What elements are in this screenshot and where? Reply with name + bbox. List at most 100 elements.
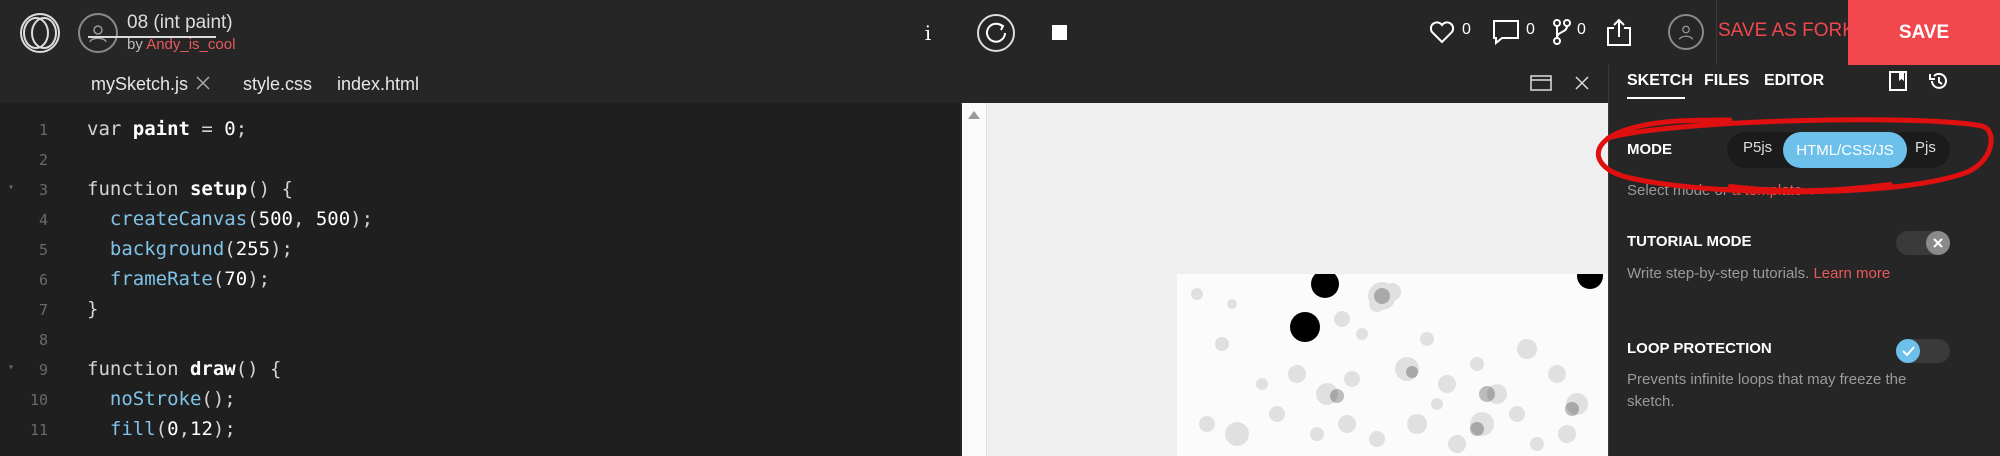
code-text: noStroke(); [87,388,236,410]
code-line[interactable]: 6 frameRate(70); [0,265,960,295]
code-token: 0 [167,418,179,440]
code-token: ); [247,268,271,290]
line-number: 3 [38,181,48,199]
maximize-icon[interactable] [1530,74,1552,92]
code-line[interactable]: 11 fill(0,12); [0,415,960,445]
sketch-title: 08 (int paint) [127,12,233,33]
close-icon[interactable] [1574,75,1590,91]
openprocessing-logo-icon[interactable] [18,11,62,55]
code-token: ( [247,208,259,230]
share-icon[interactable] [1605,17,1633,47]
tab-index-html[interactable]: index.html [337,74,419,95]
code-token: 0 [224,118,236,140]
code-text: frameRate(70); [87,268,270,290]
likes-count: 0 [1462,21,1471,38]
line-number: 7 [38,301,48,319]
code-text: createCanvas(500, 500); [87,208,373,230]
by-prefix: by [127,36,147,53]
preview-scrollbar[interactable] [962,103,987,456]
line-number: 10 [29,391,48,409]
code-line[interactable]: 4 createCanvas(500, 500); [0,205,960,235]
history-icon[interactable] [1927,71,1949,91]
code-token: setup [189,178,248,200]
annotation-circle [1595,117,1994,195]
tab-editor[interactable]: EDITOR [1764,72,1824,90]
tab-files[interactable]: FILES [1704,72,1749,90]
code-line[interactable]: 8 [0,325,960,355]
line-number: 1 [38,121,48,139]
comment-icon[interactable] [1492,19,1520,45]
close-tab-icon[interactable] [196,76,210,90]
tutorial-mode-label: TUTORIAL MODE [1627,233,1752,250]
tab-style-css[interactable]: style.css [243,74,312,95]
line-number: 4 [38,211,48,229]
scroll-up-arrow-icon[interactable] [968,111,980,119]
code-token: 70 [224,268,248,290]
code-token: , [178,418,191,440]
code-token: ( [155,418,168,440]
learn-more-link[interactable]: Learn more [1813,265,1890,282]
code-token: fill [109,418,156,440]
code-token: background [109,238,225,260]
tutorial-mode-toggle[interactable] [1896,231,1950,255]
fold-arrow-icon[interactable]: ▾ [8,362,14,373]
code-line[interactable]: 10 noStroke(); [0,385,960,415]
code-line[interactable]: 7} [0,295,960,325]
bookmark-icon[interactable] [1889,71,1907,91]
code-token: 500 [258,208,293,230]
code-text: background(255); [87,238,293,260]
code-text: function setup() { [87,178,293,200]
code-line[interactable]: 2 [0,145,960,175]
tab-sketch[interactable]: SKETCH [1627,72,1693,90]
loop-protection-toggle[interactable] [1896,339,1950,363]
stop-icon[interactable] [1052,25,1067,40]
code-text: } [87,298,98,320]
code-editor[interactable]: 1 var paint = 0; 2 ▾ 3 function setup() {4 cr… [0,103,960,456]
save-button[interactable]: SAVE [1848,0,2000,65]
code-token: createCanvas [109,208,248,230]
code-token: ); [270,238,293,260]
code-token: ); [350,208,374,230]
editor-tab-bar: mySketch.js style.css index.html [0,65,1608,104]
code-token: 255 [235,238,271,260]
profile-icon[interactable] [1668,14,1704,50]
code-token: (); [201,388,236,410]
line-number: 11 [29,421,48,439]
save-as-fork-button[interactable]: SAVE AS FORK [1718,20,1855,42]
code-text: fill(0,12); [87,418,236,440]
code-token: () { [235,358,282,380]
info-icon[interactable]: i [918,16,938,50]
code-token: ; [235,118,248,140]
code-line[interactable]: 5 background(255); [0,235,960,265]
tab-mysketch-js[interactable]: mySketch.js [91,74,188,95]
code-token: 12 [190,418,213,440]
line-number: 8 [38,331,48,349]
code-text: var paint = 0; [87,118,247,140]
restart-icon[interactable] [976,13,1016,53]
code-token: 500 [315,208,351,230]
line-number: 2 [38,151,48,169]
user-avatar-icon[interactable] [78,13,118,53]
code-line[interactable]: ▾ 3 function setup() { [0,175,960,205]
code-token: function [87,178,190,200]
header-divider [1716,0,1717,65]
sketch-canvas[interactable] [1177,274,1608,456]
code-line[interactable]: 1 var paint = 0; [0,115,960,145]
author-link[interactable]: Andy_is_cool [146,36,235,53]
loop-protection-desc: Prevents infinite loops that may freeze … [1627,371,1907,410]
code-token: ( [224,238,236,260]
code-text: function draw() { [87,358,281,380]
fold-arrow-icon[interactable]: ▾ [8,182,14,193]
fork-icon[interactable] [1552,19,1572,45]
line-number: 6 [38,271,48,289]
heart-icon[interactable] [1429,19,1455,45]
line-number: 5 [38,241,48,259]
code-token: function [87,358,190,380]
tutorial-desc-text: Write step-by-step tutorials. [1627,265,1814,282]
code-line[interactable]: ▾ 9 function draw() { [0,355,960,385]
